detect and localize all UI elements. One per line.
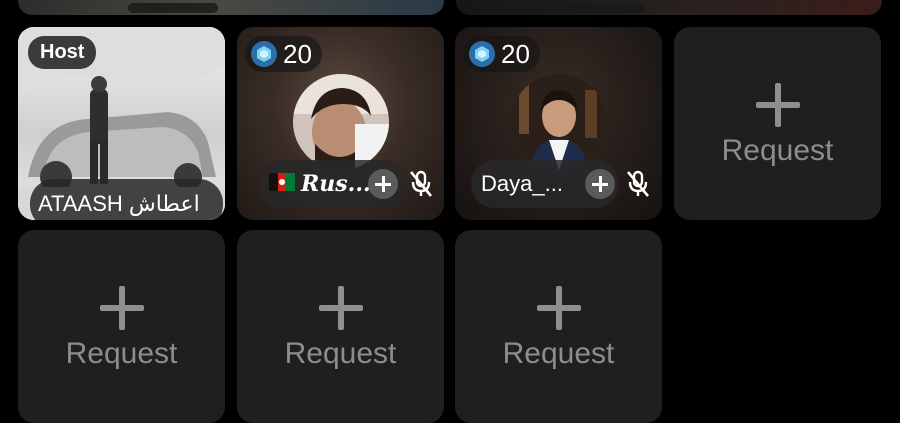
gem-count: 20	[283, 38, 312, 69]
host-badge: Host	[28, 36, 97, 69]
plus-icon	[99, 286, 144, 330]
top-card-left[interactable]	[18, 0, 444, 15]
gem-count-badge: 20	[245, 36, 322, 72]
mic-muted-icon	[407, 169, 435, 199]
gem-count: 20	[501, 38, 530, 69]
add-friend-button[interactable]	[585, 169, 615, 199]
avatar[interactable]	[293, 74, 389, 170]
request-seat-tile[interactable]: Request	[18, 230, 225, 423]
request-label: Request	[502, 337, 615, 370]
top-card-pill	[511, 3, 646, 13]
request-seat-tile[interactable]: Request	[674, 27, 881, 220]
avatar[interactable]	[511, 74, 607, 170]
add-friend-button[interactable]	[368, 169, 398, 199]
request-label: Request	[721, 134, 834, 167]
guest-seat-tile[interactable]: 20 Rus...	[237, 27, 444, 220]
mic-muted-icon	[624, 169, 652, 199]
plus-icon	[755, 83, 800, 127]
request-label: Request	[65, 337, 178, 370]
request-seat-tile[interactable]: Request	[455, 230, 662, 423]
gem-icon	[469, 41, 495, 67]
host-seat-tile[interactable]: Host ATAASH اعطاش	[18, 27, 225, 220]
request-seat-tile[interactable]: Request	[237, 230, 444, 423]
request-label: Request	[284, 337, 397, 370]
top-card-right[interactable]	[456, 0, 882, 15]
gem-count-badge: 20	[463, 36, 540, 72]
gem-icon	[251, 41, 277, 67]
plus-icon	[536, 286, 581, 330]
plus-icon	[318, 286, 363, 330]
guest-seat-tile[interactable]: 20 Daya_...	[455, 27, 662, 220]
afghanistan-flag-icon	[269, 160, 295, 208]
host-name-label: ATAASH اعطاش	[30, 179, 223, 220]
guest-name-text: Rus...	[301, 171, 371, 197]
guest-name-text: Daya_...	[481, 171, 563, 196]
top-card-pill	[128, 3, 218, 13]
